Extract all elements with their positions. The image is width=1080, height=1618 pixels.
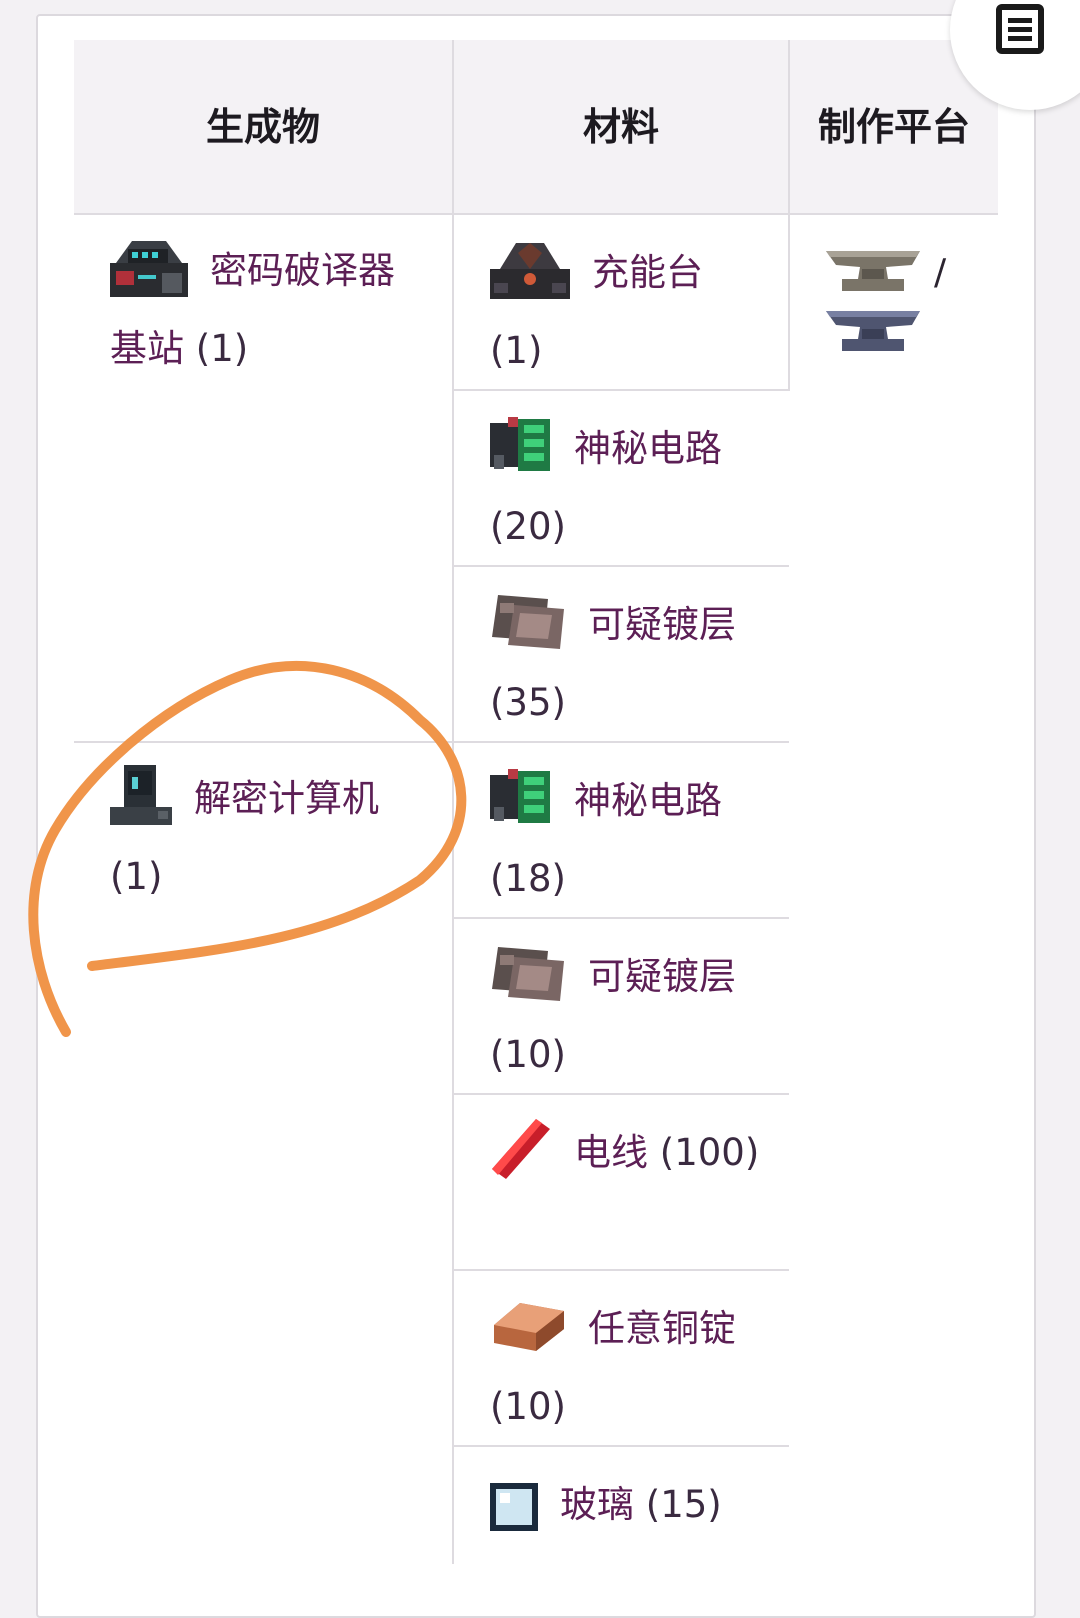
material-name-link[interactable]: 玻璃 [560,1483,634,1526]
result-cell: 密码破译器基站 (1) [74,214,454,743]
wire-icon[interactable] [490,1119,552,1199]
material-cell: 可疑镀层 (35) [453,566,789,743]
material-cell: 玻璃 (15) [453,1446,789,1564]
material-name-link[interactable]: 神秘电路 [574,427,722,470]
material-count: (1) [490,329,543,372]
material-name-link[interactable]: 可疑镀层 [588,955,736,998]
glass-icon[interactable] [490,1483,538,1551]
material-count: (18) [490,857,566,900]
result-cell: 解密计算机 (1) [74,742,454,1564]
material-name-link[interactable]: 任意铜锭 [588,1307,736,1350]
material-item: 玻璃 (15) [454,1447,789,1551]
material-cell: 充能台 (1) [453,214,790,391]
material-cell: 可疑镀层 (10) [453,918,789,1095]
material-item: 充能台 (1) [454,215,788,383]
result-name-link[interactable]: 解密计算机 [194,777,379,820]
station-cell: / [789,214,998,742]
material-count: (100) [659,1131,760,1174]
material-name-link[interactable]: 可疑镀层 [588,603,736,646]
material-count: (15) [645,1483,722,1526]
station-separator: / [934,251,947,293]
mysterious-circuitry-icon[interactable] [490,415,552,495]
material-item: 可疑镀层 (10) [454,919,789,1087]
header-result: 生成物 [74,40,454,215]
material-item: 可疑镀层 (35) [454,567,789,735]
dubious-plating-icon[interactable] [490,591,566,671]
material-cell: 电线 (100) [453,1094,789,1271]
table-row: 密码破译器基站 (1) 充能台 (1) / [74,214,998,743]
material-count: (10) [490,1033,566,1076]
table-row: 解密计算机 (1) 神秘电路 (18) [74,742,998,1564]
material-item: 神秘电路 (20) [454,391,789,559]
codebreaker-base-icon[interactable] [110,237,188,317]
material-count: (20) [490,505,566,548]
result-count: (1) [110,855,163,898]
copper-bar-icon[interactable] [490,1295,566,1375]
iron-anvil-icon[interactable] [826,245,920,299]
material-cell: 任意铜锭 (10) [453,1270,789,1447]
material-item: 任意铜锭 (10) [454,1271,789,1439]
recipe-table: 生成物 材料 制作平台 密码破译器基站 (1) 充能台 (1) / 神秘电路 (… [74,40,998,1564]
material-item: 电线 (100) [454,1095,789,1199]
result-item: 解密计算机 (1) [74,743,452,909]
lead-anvil-icon[interactable] [826,305,920,359]
material-cell: 神秘电路 (18) [453,742,789,919]
decryption-computer-icon[interactable] [110,765,172,845]
dubious-plating-icon[interactable] [490,943,566,1023]
charging-station-icon[interactable] [490,239,570,319]
material-count: (10) [490,1385,566,1428]
station-cell-empty [789,742,998,1564]
result-item: 密码破译器基站 (1) [74,215,452,381]
result-count: (1) [195,327,249,370]
material-count: (35) [490,681,566,724]
material-name-link[interactable]: 电线 [574,1131,648,1174]
material-item: 神秘电路 (18) [454,743,789,911]
material-cell: 神秘电路 (20) [453,390,789,567]
material-name-link[interactable]: 充能台 [592,251,703,294]
header-materials: 材料 [453,40,790,215]
mysterious-circuitry-icon[interactable] [490,767,552,847]
header-row: 生成物 材料 制作平台 [74,40,998,215]
material-name-link[interactable]: 神秘电路 [574,779,722,822]
document-list-icon [996,4,1044,58]
station-list: / [790,215,998,365]
